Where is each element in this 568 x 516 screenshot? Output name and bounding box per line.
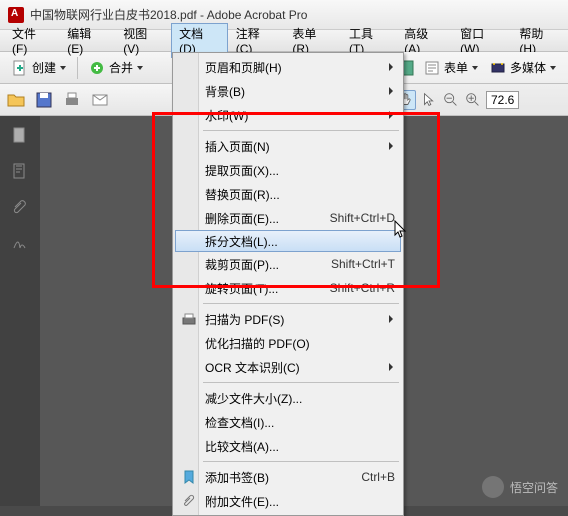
print-icon[interactable]	[62, 90, 82, 110]
create-label: 创建	[32, 59, 56, 76]
multimedia-button[interactable]: 多媒体	[486, 57, 560, 78]
menu-watermark-label: 水印(W)	[205, 107, 395, 124]
menu-examine-document[interactable]: 检查文档(I)...	[175, 410, 401, 434]
attachments-panel-icon[interactable]	[11, 198, 29, 216]
bookmarks-panel-icon[interactable]	[11, 162, 29, 180]
forms-label: 表单	[444, 59, 468, 76]
chevron-down-icon	[137, 66, 143, 70]
open-icon[interactable]	[6, 90, 26, 110]
merge-label: 合并	[109, 59, 133, 76]
menu-rotate-pages-label: 旋转页面(T)...	[205, 280, 330, 297]
menu-compare-documents[interactable]: 比较文档(A)...	[175, 434, 401, 458]
menu-split-document[interactable]: 拆分文档(L)...	[175, 230, 401, 252]
menu-attach-file[interactable]: 附加文件(E)...	[175, 489, 401, 513]
menu-examine-document-label: 检查文档(I)...	[205, 414, 395, 431]
attachment-icon	[181, 493, 197, 509]
chevron-down-icon	[472, 66, 478, 70]
menu-file[interactable]: 文件(F)	[4, 23, 59, 58]
menu-rotate-pages-shortcut: Shift+Ctrl+R	[330, 281, 395, 295]
pdf-icon	[8, 7, 24, 23]
zoom-in-icon[interactable]	[464, 91, 482, 109]
menu-insert-pages[interactable]: 插入页面(N)	[175, 134, 401, 158]
menu-rotate-pages[interactable]: 旋转页面(T)... Shift+Ctrl+R	[175, 276, 401, 300]
submenu-arrow-icon	[389, 63, 393, 71]
create-button[interactable]: 创建	[6, 57, 72, 78]
menu-separator	[203, 461, 399, 462]
menu-attach-file-label: 附加文件(E)...	[205, 493, 395, 510]
menu-add-bookmark[interactable]: 添加书签(B) Ctrl+B	[175, 465, 401, 489]
zoom-out-icon[interactable]	[442, 91, 460, 109]
document-menu: 页眉和页脚(H) 背景(B) 水印(W) 插入页面(N) 提取页面(X)... …	[172, 52, 404, 516]
bookmark-icon	[181, 469, 197, 485]
menu-separator	[203, 303, 399, 304]
menu-insert-pages-label: 插入页面(N)	[205, 138, 395, 155]
menu-delete-pages-label: 删除页面(E)...	[205, 210, 330, 227]
menu-scan-to-pdf-label: 扫描为 PDF(S)	[205, 311, 395, 328]
menu-delete-pages-shortcut: Shift+Ctrl+D	[330, 211, 395, 225]
menu-replace-pages[interactable]: 替换页面(R)...	[175, 182, 401, 206]
menu-scan-to-pdf[interactable]: 扫描为 PDF(S)	[175, 307, 401, 331]
menu-delete-pages[interactable]: 删除页面(E)... Shift+Ctrl+D	[175, 206, 401, 230]
watermark-text: 悟空问答	[510, 479, 558, 496]
menu-reduce-size-label: 减少文件大小(Z)...	[205, 390, 395, 407]
email-icon[interactable]	[90, 90, 110, 110]
menu-add-bookmark-shortcut: Ctrl+B	[361, 470, 395, 484]
menu-crop-pages-label: 裁剪页面(P)...	[205, 256, 331, 273]
chevron-down-icon	[60, 66, 66, 70]
menu-separator	[203, 382, 399, 383]
menu-crop-pages-shortcut: Shift+Ctrl+T	[331, 257, 395, 271]
menu-separator	[203, 130, 399, 131]
submenu-arrow-icon	[389, 87, 393, 95]
menu-edit[interactable]: 编辑(E)	[59, 23, 115, 58]
select-tool-icon[interactable]	[420, 91, 438, 109]
menu-background-label: 背景(B)	[205, 83, 395, 100]
menu-view[interactable]: 视图(V)	[115, 23, 171, 58]
merge-icon	[89, 60, 105, 76]
scanner-icon	[181, 311, 197, 327]
menu-crop-pages[interactable]: 裁剪页面(P)... Shift+Ctrl+T	[175, 252, 401, 276]
menu-split-document-label: 拆分文档(L)...	[205, 233, 395, 250]
forms-button[interactable]: 表单	[420, 57, 482, 78]
menu-header-footer[interactable]: 页眉和页脚(H)	[175, 55, 401, 79]
multimedia-icon	[490, 60, 506, 76]
menu-optimize-scanned-label: 优化扫描的 PDF(O)	[205, 335, 395, 352]
submenu-arrow-icon	[389, 111, 393, 119]
chevron-down-icon	[550, 66, 556, 70]
merge-button[interactable]: 合并	[83, 57, 149, 78]
toolbar-right: 表单 多媒体 72.6	[392, 52, 568, 116]
save-icon[interactable]	[34, 90, 54, 110]
menu-add-bookmark-label: 添加书签(B)	[205, 469, 361, 486]
menu-replace-pages-label: 替换页面(R)...	[205, 186, 395, 203]
pages-panel-icon[interactable]	[11, 126, 29, 144]
menu-ocr[interactable]: OCR 文本识别(C)	[175, 355, 401, 379]
menubar: 文件(F) 编辑(E) 视图(V) 文档(D) 注释(C) 表单(R) 工具(T…	[0, 30, 568, 52]
submenu-arrow-icon	[389, 315, 393, 323]
menu-reduce-size[interactable]: 减少文件大小(Z)...	[175, 386, 401, 410]
menu-background[interactable]: 背景(B)	[175, 79, 401, 103]
window-title: 中国物联网行业白皮书2018.pdf - Adobe Acrobat Pro	[30, 6, 307, 23]
watermark-icon	[482, 476, 504, 498]
menu-header-footer-label: 页眉和页脚(H)	[205, 59, 395, 76]
navigation-panel	[0, 116, 40, 506]
watermark: 悟空问答	[482, 476, 558, 498]
menu-watermark[interactable]: 水印(W)	[175, 103, 401, 127]
menu-extract-pages[interactable]: 提取页面(X)...	[175, 158, 401, 182]
create-icon	[12, 60, 28, 76]
menu-ocr-label: OCR 文本识别(C)	[205, 359, 395, 376]
menu-optimize-scanned[interactable]: 优化扫描的 PDF(O)	[175, 331, 401, 355]
submenu-arrow-icon	[389, 363, 393, 371]
submenu-arrow-icon	[389, 142, 393, 150]
menu-extract-pages-label: 提取页面(X)...	[205, 162, 395, 179]
multimedia-label: 多媒体	[510, 59, 546, 76]
cursor-icon	[394, 220, 408, 240]
separator	[77, 57, 78, 79]
menu-compare-documents-label: 比较文档(A)...	[205, 438, 395, 455]
zoom-value[interactable]: 72.6	[486, 91, 519, 109]
signatures-panel-icon[interactable]	[11, 234, 29, 252]
forms-icon	[424, 60, 440, 76]
